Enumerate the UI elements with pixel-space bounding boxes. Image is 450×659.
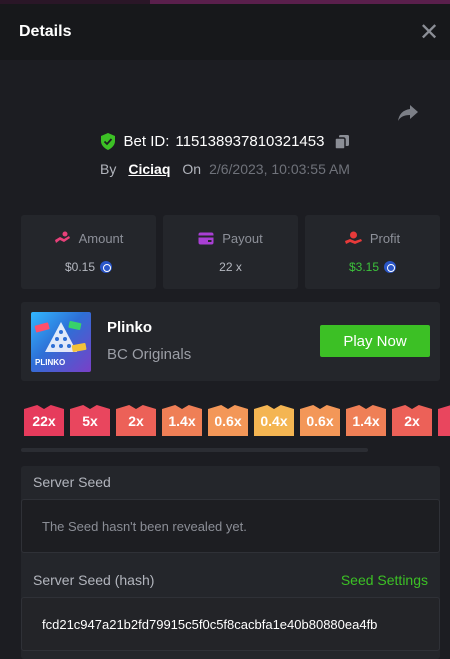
multiplier-label: 5x xyxy=(82,412,98,429)
on-label: On xyxy=(182,161,202,177)
payout-icon xyxy=(198,232,214,244)
multiplier-chip: 2x xyxy=(392,405,432,436)
multiplier-chip: 22x xyxy=(24,405,64,436)
stat-payout: Payout 22 x xyxy=(163,215,298,289)
close-icon[interactable]: ✕ xyxy=(418,21,440,45)
game-thumbnail[interactable]: PLINKO xyxy=(31,312,91,372)
bet-byline: By Ciciaq On 2/6/2023, 10:03:55 AM xyxy=(0,161,450,177)
bet-id-label: Bet ID: xyxy=(123,133,170,150)
multiplier-row: 22x 5x 2x 1.4x 0.6x 0.4x 0.6x 1.4x 2x xyxy=(24,405,450,436)
play-now-button[interactable]: Play Now xyxy=(320,325,430,357)
server-seed-field: The Seed hasn't been revealed yet. xyxy=(21,499,440,553)
horizontal-scrollbar[interactable] xyxy=(21,448,368,452)
bet-id-row: Bet ID: 115138937810321453 xyxy=(0,133,450,150)
game-card: PLINKO Plinko BC Originals Play Now xyxy=(21,302,440,381)
coin-icon xyxy=(100,260,113,273)
coin-icon xyxy=(384,260,397,273)
bet-id-value: 115138937810321453 xyxy=(175,133,325,150)
multiplier-label: 2x xyxy=(128,412,144,429)
multiplier-label: 0.6x xyxy=(306,412,334,429)
server-hash-label: Server Seed (hash) xyxy=(33,572,155,588)
bet-stats: Amount $0.15 Payout 22 x Profit $3.15 xyxy=(21,215,440,289)
multiplier-chip-partial xyxy=(438,405,450,436)
stat-value: 22 x xyxy=(219,259,242,274)
multiplier-chip: 0.6x xyxy=(300,405,340,436)
profit-icon xyxy=(344,231,362,244)
stat-value: $0.15 xyxy=(64,259,96,274)
server-seed-label: Server Seed xyxy=(33,474,111,490)
stat-label: Payout xyxy=(222,230,263,246)
multiplier-chip: 2x xyxy=(116,405,156,436)
stat-label: Amount xyxy=(78,230,124,246)
by-label: By xyxy=(100,161,117,177)
stat-amount: Amount $0.15 xyxy=(21,215,156,289)
bet-datetime: 2/6/2023, 10:03:55 AM xyxy=(209,161,350,177)
share-icon[interactable] xyxy=(396,103,420,123)
modal-header: Details ✕ xyxy=(0,4,450,60)
multiplier-label: 22x xyxy=(32,412,56,429)
server-hash-value: fcd21c947a21b2fd79915c5f0c5f8cacbfa1e40b… xyxy=(42,616,378,632)
stat-value: $3.15 xyxy=(348,259,380,274)
server-seed-value: The Seed hasn't been revealed yet. xyxy=(42,518,247,534)
modal-title: Details xyxy=(19,23,72,40)
shield-check-icon xyxy=(100,133,115,150)
multiplier-label: 2x xyxy=(404,412,420,429)
multiplier-chip: 0.6x xyxy=(208,405,248,436)
seed-settings-link[interactable]: Seed Settings xyxy=(341,572,428,588)
multiplier-chip: 0.4x xyxy=(254,405,294,436)
multiplier-chip: 1.4x xyxy=(346,405,386,436)
stat-label: Profit xyxy=(369,230,401,246)
multiplier-label: 0.4x xyxy=(260,412,288,429)
multiplier-label: 1.4x xyxy=(352,412,380,429)
multiplier-chip: 1.4x xyxy=(162,405,202,436)
stat-profit: Profit $3.15 xyxy=(305,215,440,289)
game-thumb-label: PLINKO xyxy=(35,358,66,367)
amount-icon xyxy=(54,231,70,243)
multiplier-label: 0.6x xyxy=(214,412,242,429)
game-provider: BC Originals xyxy=(107,346,192,363)
user-link[interactable]: Ciciaq xyxy=(128,161,170,177)
game-name: Plinko xyxy=(107,319,153,336)
multiplier-label: 1.4x xyxy=(168,412,196,429)
multiplier-chip: 5x xyxy=(70,405,110,436)
server-hash-field[interactable]: fcd21c947a21b2fd79915c5f0c5f8cacbfa1e40b… xyxy=(21,597,440,651)
copy-icon[interactable] xyxy=(334,134,350,150)
